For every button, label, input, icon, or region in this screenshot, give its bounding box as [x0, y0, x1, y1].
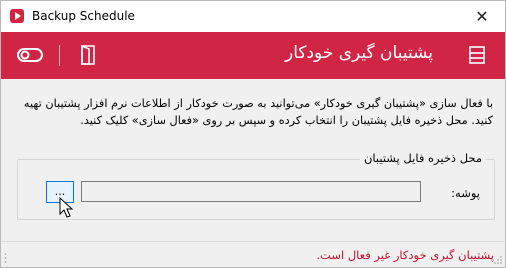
close-button[interactable]: ✕: [459, 1, 505, 32]
header-bar: پشتیبان گیری خودکار: [1, 32, 505, 79]
backup-schedule-window: Backup Schedule ✕ پشتیبان گیری خودکار با…: [0, 0, 506, 268]
window-title: Backup Schedule: [32, 9, 135, 23]
resize-grip-icon[interactable]: [493, 255, 503, 265]
status-separator: [1, 241, 505, 242]
status-text: پشتیبان گیری خودکار غیر فعال است.: [316, 248, 494, 262]
header-title: پشتیبان گیری خودکار: [284, 43, 433, 63]
app-icon: [10, 9, 24, 23]
door-icon[interactable]: [80, 45, 96, 65]
header-separator: [59, 45, 60, 66]
folder-label: پوشه:: [451, 186, 480, 200]
title-bar: Backup Schedule ✕: [1, 1, 505, 32]
backup-location-group: محل ذخیره فایل پشتیبان ... پوشه:: [17, 151, 495, 220]
toggle-icon[interactable]: [17, 48, 43, 62]
group-legend: محل ذخیره فایل پشتیبان: [359, 151, 486, 165]
grip-dots-icon: [4, 253, 7, 263]
mouse-cursor-icon: [59, 197, 73, 218]
description-text: با فعال سازی «پشتیبان گیری خودکار» می‌تو…: [23, 97, 493, 127]
menu-icon[interactable]: [469, 46, 485, 64]
folder-path-input[interactable]: [81, 181, 421, 202]
